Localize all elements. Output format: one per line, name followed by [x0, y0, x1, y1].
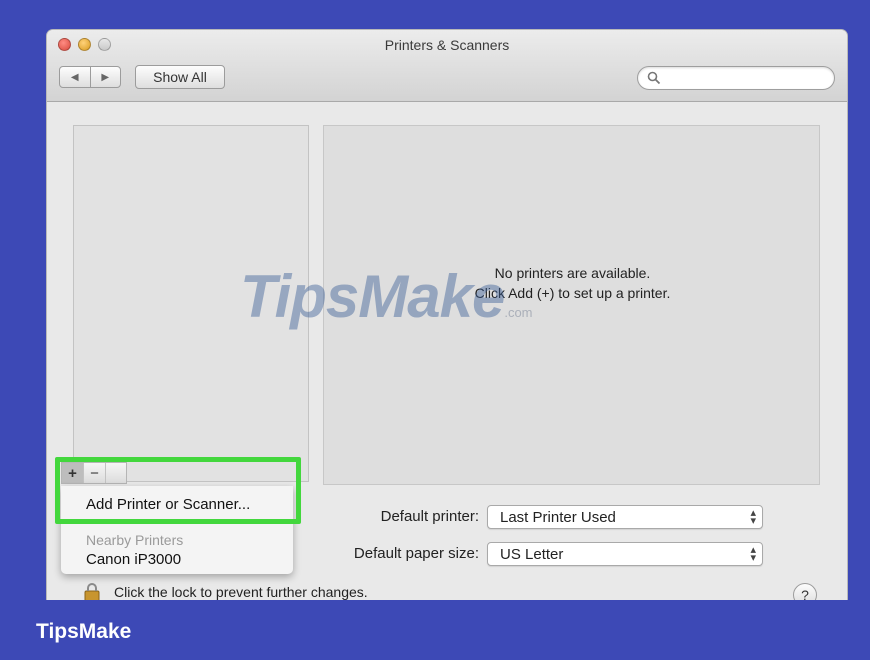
- search-field[interactable]: [637, 66, 835, 90]
- window-title: Printers & Scanners: [384, 37, 510, 53]
- default-printer-label: Default printer:: [380, 508, 479, 525]
- watermark-logo: TipsMake.com: [240, 262, 533, 331]
- show-all-button[interactable]: Show All: [135, 65, 225, 89]
- watermark-text: TipsMake: [240, 263, 505, 330]
- default-paper-size-label: Default paper size:: [353, 545, 479, 562]
- default-printer-value: Last Printer Used: [500, 508, 616, 526]
- back-button[interactable]: ◀: [60, 67, 91, 87]
- brand-name: TipsMake: [36, 620, 132, 643]
- footer-banner: TipsMake: [0, 600, 870, 660]
- lock-icon[interactable]: [82, 582, 102, 600]
- lock-message: Click the lock to prevent further change…: [114, 584, 368, 600]
- watermark-suffix: .com: [504, 305, 533, 320]
- back-forward-control: ◀ ▶: [59, 66, 121, 88]
- default-paper-size-popup[interactable]: US Letter ▴ ▾: [487, 542, 763, 566]
- menu-item-canon-ip3000[interactable]: Canon iP3000: [86, 551, 181, 568]
- menu-header-nearby-printers: Nearby Printers: [86, 532, 184, 548]
- default-paper-size-value: US Letter: [500, 545, 564, 563]
- title-bar: Printers & Scanners ◀ ▶ Show All: [47, 30, 847, 102]
- help-button[interactable]: ?: [793, 583, 817, 600]
- default-printer-popup[interactable]: Last Printer Used ▴ ▾: [487, 505, 763, 529]
- highlight-box: [55, 457, 301, 524]
- popup-arrows-icon: ▴ ▾: [750, 507, 756, 527]
- popup-arrows-icon: ▴ ▾: [750, 544, 756, 564]
- forward-button[interactable]: ▶: [91, 67, 121, 87]
- search-icon: [647, 71, 661, 85]
